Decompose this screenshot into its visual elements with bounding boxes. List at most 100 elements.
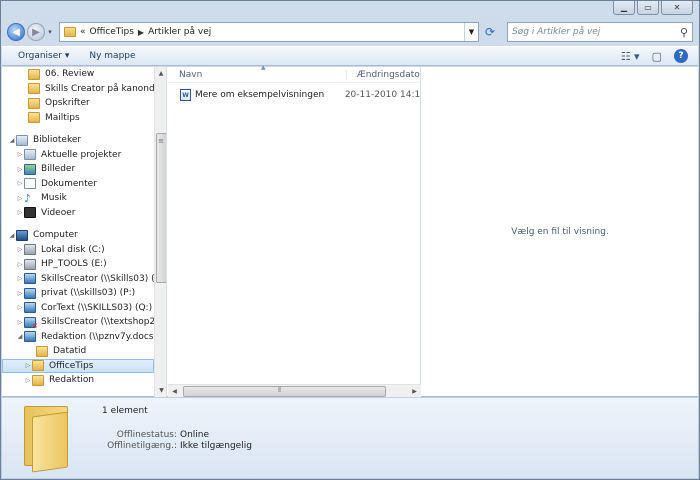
nav-item-documents[interactable]: ▷ Dokumenter <box>2 177 154 192</box>
nav-item-computer[interactable]: ◢ Computer <box>2 228 154 243</box>
large-folder-icon <box>24 402 70 473</box>
tree-arrow-icon[interactable]: ◢ <box>8 137 16 144</box>
nav-item-label: HP_TOOLS (E:) <box>41 259 107 270</box>
tree-arrow-icon[interactable]: ▷ <box>16 151 24 158</box>
file-row[interactable]: W Mere om eksempelvisningen 20-11-2010 1… <box>168 87 420 103</box>
nav-item-label: CorText (\\SKILLS03) (Q:) <box>41 302 153 313</box>
tree-arrow-icon[interactable]: ◢ <box>16 333 24 340</box>
nav-item-skills-creator-kanondrop[interactable]: Skills Creator på kanondrop.dk <box>2 82 154 97</box>
forward-button[interactable]: ▶ <box>27 23 45 41</box>
offline-status-label: Offlinestatus: <box>116 430 177 440</box>
documents-icon <box>24 178 36 190</box>
scrollbar-thumb[interactable] <box>183 386 386 397</box>
nav-item-redaktion-drive[interactable]: ◢ Redaktion (\\pznv7y.docs.live.n <box>2 330 154 345</box>
organize-button[interactable]: Organiser ▾ <box>18 51 69 61</box>
nav-item-redaktion[interactable]: ▷ Redaktion <box>2 373 154 388</box>
tree-arrow-icon[interactable]: ▷ <box>16 275 24 282</box>
scroll-left-icon[interactable]: ◀ <box>168 385 181 398</box>
back-arrow-icon: ◀ <box>12 26 20 38</box>
file-name-cell[interactable]: W Mere om eksempelvisningen <box>168 89 334 101</box>
tree-arrow-icon[interactable]: ◢ <box>8 232 16 239</box>
tree-arrow-icon[interactable]: ▷ <box>16 209 24 216</box>
nav-item-skillscreator-t[interactable]: ▷ SkillsCreator (\\textshop20) (T:) <box>2 315 154 330</box>
scroll-down-icon[interactable]: ▼ <box>155 384 166 397</box>
new-folder-button[interactable]: Ny mappe <box>89 51 135 61</box>
change-view-icon[interactable]: ☷ ▾ <box>621 50 640 63</box>
tree-arrow-icon[interactable]: ▷ <box>16 319 24 326</box>
music-note-icon: ♪ <box>24 191 32 205</box>
nav-item-label: OfficeTips <box>49 360 94 371</box>
nav-item-mailtips[interactable]: Mailtips <box>2 111 154 126</box>
caption-buttons: ▁ ▭ ✕ <box>613 1 693 15</box>
minimize-button[interactable]: ▁ <box>613 1 635 15</box>
scroll-up-icon[interactable]: ▲ <box>155 67 166 80</box>
address-bar[interactable]: « OfficeTips ▶ Artikler på vej ▼ <box>59 22 479 42</box>
network-drive-icon <box>24 287 36 299</box>
search-box[interactable]: Søg i Artikler på vej ⚲ <box>507 22 693 42</box>
film-icon <box>24 207 36 219</box>
tree-arrow-icon[interactable]: ▷ <box>16 304 24 311</box>
nav-vertical-scrollbar[interactable]: ▲ ≡ ▼ <box>154 67 166 397</box>
nav-item-current-projects[interactable]: ▷ Aktuelle projekter <box>2 148 154 163</box>
tree-arrow-icon[interactable]: ▷ <box>16 246 24 253</box>
tree-arrow-icon[interactable]: ▷ <box>16 290 24 297</box>
tree-arrow-icon[interactable]: ▷ <box>16 166 24 173</box>
breadcrumb-current[interactable]: Artikler på vej <box>148 27 211 37</box>
maximize-button[interactable]: ▭ <box>637 1 659 15</box>
offline-access-row: Offlinetilgæng.: Ikke tilgængelig <box>102 441 252 451</box>
refresh-icon: ⟳ <box>484 25 496 39</box>
command-bar: Organiser ▾ Ny mappe ☷ ▾ ▢ ? <box>2 46 698 66</box>
tree-arrow-icon[interactable]: ▷ <box>16 261 24 268</box>
refresh-button[interactable]: ⟳ <box>481 22 499 42</box>
navigation-pane: 06. Review Skills Creator på kanondrop.d… <box>2 67 167 397</box>
scrollbar-grip-icon: ⦀ <box>278 386 282 394</box>
back-button[interactable]: ◀ <box>7 23 25 41</box>
search-icon[interactable]: ⚲ <box>680 26 688 39</box>
offline-access-label: Offlinetilgæng.: <box>107 441 177 451</box>
item-count: 1 element <box>102 406 148 416</box>
preview-pane-icon[interactable]: ▢ <box>652 50 662 63</box>
folder-icon <box>36 345 48 357</box>
hard-disk-icon <box>24 258 36 270</box>
file-list-horizontal-scrollbar[interactable]: ◀ ⦀ ▶ <box>168 384 421 397</box>
nav-item-local-disk-c[interactable]: ▷ Lokal disk (C:) <box>2 243 154 258</box>
file-name: Mere om eksempelvisningen <box>195 90 325 100</box>
scroll-right-icon[interactable]: ▶ <box>408 385 421 398</box>
nav-item-music[interactable]: ▷ ♪ Musik <box>2 191 154 206</box>
help-icon[interactable]: ? <box>674 49 688 63</box>
nav-item-06-review[interactable]: 06. Review <box>2 67 154 82</box>
breadcrumb-separator-icon[interactable]: ▶ <box>138 28 144 37</box>
nav-item-privat-p[interactable]: ▷ privat (\\skills03) (P:) <box>2 286 154 301</box>
search-input[interactable]: Søg i Artikler på vej <box>512 27 600 37</box>
nav-item-label: Biblioteker <box>33 135 82 146</box>
nav-item-hp-tools-e[interactable]: ▷ HP_TOOLS (E:) <box>2 257 154 272</box>
nav-item-cortext-q[interactable]: ▷ CorText (\\SKILLS03) (Q:) <box>2 301 154 316</box>
column-header-date[interactable]: Ændringsdato <box>346 69 420 80</box>
nav-item-datatid[interactable]: Datatid <box>2 344 154 359</box>
folder-icon <box>64 27 76 37</box>
breadcrumb-parent[interactable]: OfficeTips <box>90 27 134 37</box>
nav-item-videos[interactable]: ▷ Videoer <box>2 206 154 221</box>
details-pane: 1 element Offlinestatus: Online Offlinet… <box>2 398 698 478</box>
nav-item-opskrifter[interactable]: Opskrifter <box>2 96 154 111</box>
column-headers: ▲ Navn Ændringsdato <box>168 64 420 83</box>
nav-item-officetips[interactable]: ▷ OfficeTips <box>2 358 154 373</box>
column-header-name[interactable]: Navn <box>168 70 346 80</box>
network-drive-icon <box>24 331 36 343</box>
nav-item-pictures[interactable]: ▷ Billeder <box>2 162 154 177</box>
nav-item-skillscreator-m[interactable]: ▷ SkillsCreator (\\Skills03) (M:) <box>2 272 154 287</box>
word-document-icon: W <box>180 89 191 101</box>
tree-arrow-icon[interactable]: ▷ <box>16 195 24 202</box>
tree-arrow-icon[interactable]: ▷ <box>24 362 32 369</box>
file-list: ▲ Navn Ændringsdato W Mere om eksempelvi… <box>168 64 421 397</box>
address-dropdown-button[interactable]: ▼ <box>464 23 478 41</box>
tree-arrow-icon[interactable]: ▷ <box>24 377 32 384</box>
nav-item-label: Redaktion <box>49 375 95 386</box>
address-overflow[interactable]: « <box>80 27 86 37</box>
tree-arrow-icon[interactable]: ▷ <box>16 180 24 187</box>
recent-pages-dropdown[interactable]: ▾ <box>45 28 55 36</box>
close-button[interactable]: ✕ <box>661 1 693 15</box>
nav-item-libraries[interactable]: ◢ Biblioteker <box>2 133 154 148</box>
folder-icon <box>28 112 40 124</box>
scrollbar-thumb[interactable] <box>156 133 166 283</box>
